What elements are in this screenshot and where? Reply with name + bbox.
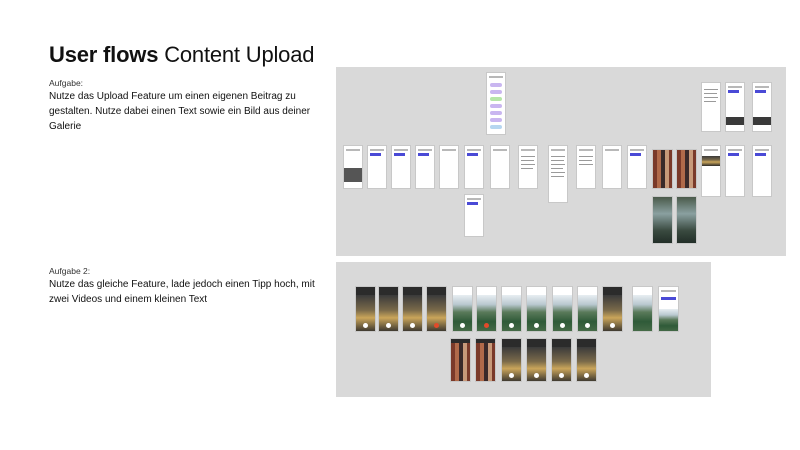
flow-screen[interactable] [490, 145, 510, 189]
video-screen[interactable] [652, 196, 673, 244]
flow-screen[interactable] [602, 145, 622, 189]
task2-label: Aufgabe 2: [49, 266, 91, 276]
video-screen[interactable] [402, 286, 423, 332]
flow-screen[interactable] [439, 145, 459, 189]
video-screen[interactable] [526, 286, 547, 332]
page-title: User flows Content Upload [49, 42, 314, 68]
flow-screen[interactable] [464, 145, 484, 189]
video-screen[interactable] [426, 286, 447, 332]
text-screen[interactable] [576, 145, 596, 189]
task1-label: Aufgabe: [49, 78, 84, 88]
photo-screen[interactable] [652, 149, 673, 189]
text-screen[interactable] [701, 82, 721, 132]
post-screen[interactable] [725, 145, 745, 197]
post-screen[interactable] [658, 286, 679, 332]
gallery-screen[interactable] [450, 338, 471, 382]
flow-screen[interactable] [391, 145, 411, 189]
task1-text: Nutze das Upload Feature um einen eigene… [49, 91, 311, 132]
post-screen[interactable] [725, 82, 745, 132]
gallery-screen[interactable] [343, 145, 363, 189]
video-screen[interactable] [501, 286, 522, 332]
video-screen[interactable] [355, 286, 376, 332]
video-screen[interactable] [676, 196, 697, 244]
title-light: Content Upload [164, 42, 315, 67]
photo-screen[interactable] [676, 149, 697, 189]
title-bold: User flows [49, 42, 159, 67]
text-screen[interactable] [518, 145, 538, 189]
flow-board-1[interactable] [336, 67, 786, 256]
flow-screen[interactable] [464, 194, 484, 237]
video-screen[interactable] [378, 286, 399, 332]
post-screen[interactable] [701, 145, 721, 197]
flow-screen[interactable] [415, 145, 435, 189]
video-screen[interactable] [632, 286, 653, 332]
gallery-screen[interactable] [475, 338, 496, 382]
text-screen[interactable] [548, 145, 568, 203]
video-screen[interactable] [602, 286, 623, 332]
post-screen[interactable] [752, 82, 772, 132]
video-screen[interactable] [476, 286, 497, 332]
menu-screen[interactable] [486, 72, 506, 135]
video-screen[interactable] [452, 286, 473, 332]
video-screen[interactable] [551, 338, 572, 382]
flow-screen[interactable] [627, 145, 647, 189]
video-screen[interactable] [576, 338, 597, 382]
post-screen[interactable] [752, 145, 772, 197]
flow-board-2[interactable] [336, 262, 711, 397]
video-screen[interactable] [526, 338, 547, 382]
video-screen[interactable] [552, 286, 573, 332]
task2-text: Nutze das gleiche Feature, lade jedoch e… [49, 279, 315, 305]
video-screen[interactable] [501, 338, 522, 382]
video-screen[interactable] [577, 286, 598, 332]
flow-screen[interactable] [367, 145, 387, 189]
